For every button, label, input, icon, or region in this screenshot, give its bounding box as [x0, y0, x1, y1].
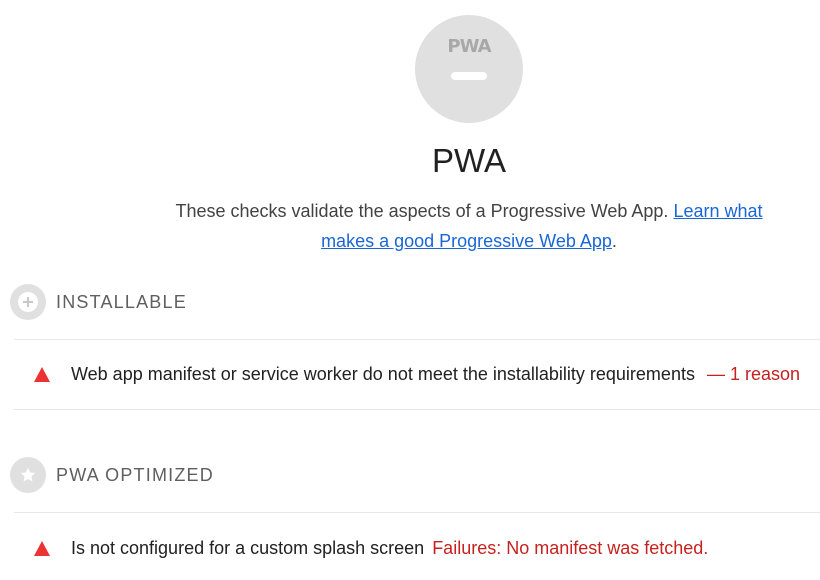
audit-failure-explanation: Failures: No manifest was fetched. — [432, 537, 709, 558]
audit-divider — [14, 409, 820, 410]
group-header-installable: INSTALLABLE — [10, 284, 187, 320]
plus-circle-icon — [10, 284, 46, 320]
pwa-score-gauge[interactable]: PWA — [415, 15, 523, 123]
star-icon — [10, 457, 46, 493]
group-divider — [14, 339, 820, 340]
audit-installable-manifest[interactable]: Web app manifest or service worker do no… — [34, 359, 800, 389]
group-divider — [14, 512, 820, 513]
pwa-logo-icon: PWA — [447, 36, 491, 57]
group-header-pwa-optimized: PWA OPTIMIZED — [10, 457, 214, 493]
description-period: . — [611, 231, 617, 251]
category-description: These checks validate the aspects of a P… — [166, 196, 772, 256]
audit-splash-screen[interactable]: Is not configured for a custom splash sc… — [34, 533, 708, 563]
group-title-installable: INSTALLABLE — [56, 291, 187, 312]
not-applicable-dash-icon — [451, 72, 487, 80]
description-text: These checks validate the aspects of a P… — [175, 201, 674, 221]
audit-title: Web app manifest or service worker do no… — [71, 363, 695, 384]
fail-triangle-icon — [34, 540, 50, 556]
audit-display-value: — 1 reason — [706, 363, 801, 384]
pwa-category-report: PWA PWA These checks validate the aspect… — [0, 0, 820, 580]
category-title: PWA — [432, 142, 506, 179]
fail-triangle-icon — [34, 366, 50, 382]
audit-title: Is not configured for a custom splash sc… — [71, 537, 425, 558]
group-title-pwa-optimized: PWA OPTIMIZED — [56, 464, 214, 485]
